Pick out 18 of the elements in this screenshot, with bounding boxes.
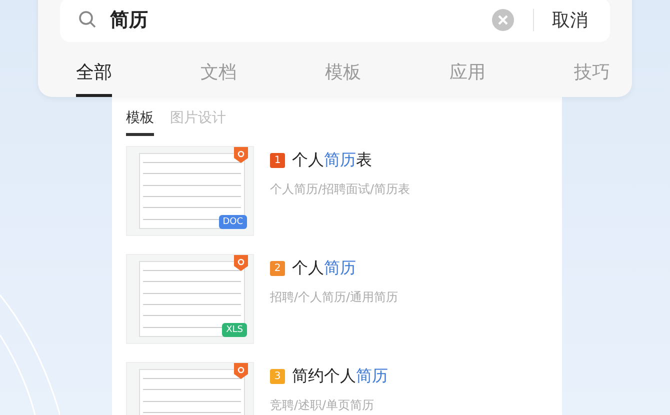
result-title[interactable]: 简约个人简历 bbox=[292, 366, 388, 387]
rank-badge: 2 bbox=[270, 261, 285, 276]
cancel-button[interactable]: 取消 bbox=[552, 8, 588, 32]
rank-badge: 3 bbox=[270, 369, 285, 384]
file-type-badge: DOC bbox=[218, 215, 247, 229]
result-tags: 个人简历/招聘面试/简历表 bbox=[270, 181, 410, 198]
search-field[interactable]: 简历 取消 bbox=[60, 0, 610, 42]
category-tab[interactable]: 全部 bbox=[76, 52, 112, 97]
template-thumbnail[interactable]: DOC bbox=[126, 146, 254, 236]
rank-badge: 1 bbox=[270, 153, 285, 168]
result-title[interactable]: 个人简历 bbox=[292, 258, 356, 279]
result-tags: 竞聘/述职/单页简历 bbox=[270, 397, 388, 414]
result-tags: 招聘/个人简历/通用简历 bbox=[270, 289, 398, 306]
file-type-badge: XLS bbox=[222, 323, 247, 337]
result-title[interactable]: 个人简历表 bbox=[292, 150, 372, 171]
search-icon bbox=[78, 10, 98, 30]
clear-icon[interactable] bbox=[491, 8, 515, 32]
type-tab[interactable]: 模板 bbox=[126, 103, 154, 136]
